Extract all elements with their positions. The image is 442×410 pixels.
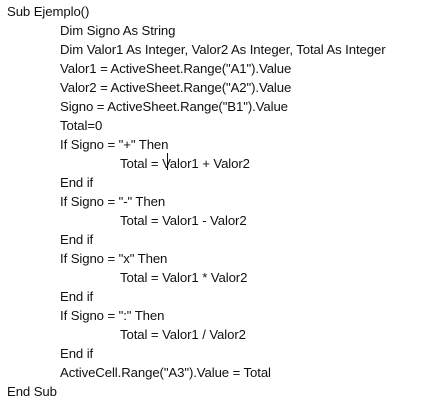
code-line: If Signo = "-" Then bbox=[60, 194, 166, 209]
code-line: Total = Valor1 / Valor2 bbox=[120, 327, 246, 342]
code-line: Total = Valor1 + Valor2 bbox=[120, 156, 250, 171]
text-cursor bbox=[167, 153, 168, 170]
code-line: End if bbox=[60, 175, 94, 190]
code-line: Total = Valor1 * Valor2 bbox=[120, 270, 248, 285]
code-line: Dim Signo As String bbox=[60, 23, 176, 38]
code-line: Dim Valor1 As Integer, Valor2 As Integer… bbox=[60, 42, 386, 57]
code-line: Total=0 bbox=[60, 118, 103, 133]
code-document: Sub Ejemplo() Dim Signo As String Dim Va… bbox=[0, 0, 442, 410]
code-line: Valor2 = ActiveSheet.Range("A2").Value bbox=[60, 80, 292, 95]
code-line: End Sub bbox=[7, 384, 57, 399]
code-line: Total = Valor1 - Valor2 bbox=[120, 213, 247, 228]
code-line: If Signo = ":" Then bbox=[60, 308, 165, 323]
code-line: End if bbox=[60, 346, 94, 361]
code-line: End if bbox=[60, 232, 94, 247]
code-line: ActiveCell.Range("A3").Value = Total bbox=[60, 365, 271, 380]
code-line: Sub Ejemplo() bbox=[7, 4, 90, 19]
code-line: Signo = ActiveSheet.Range("B1").Value bbox=[60, 99, 288, 114]
code-line: If Signo = "x" Then bbox=[60, 251, 168, 266]
code-line: Valor1 = ActiveSheet.Range("A1").Value bbox=[60, 61, 292, 76]
code-line: End if bbox=[60, 289, 94, 304]
code-line: If Signo = "+" Then bbox=[60, 137, 169, 152]
